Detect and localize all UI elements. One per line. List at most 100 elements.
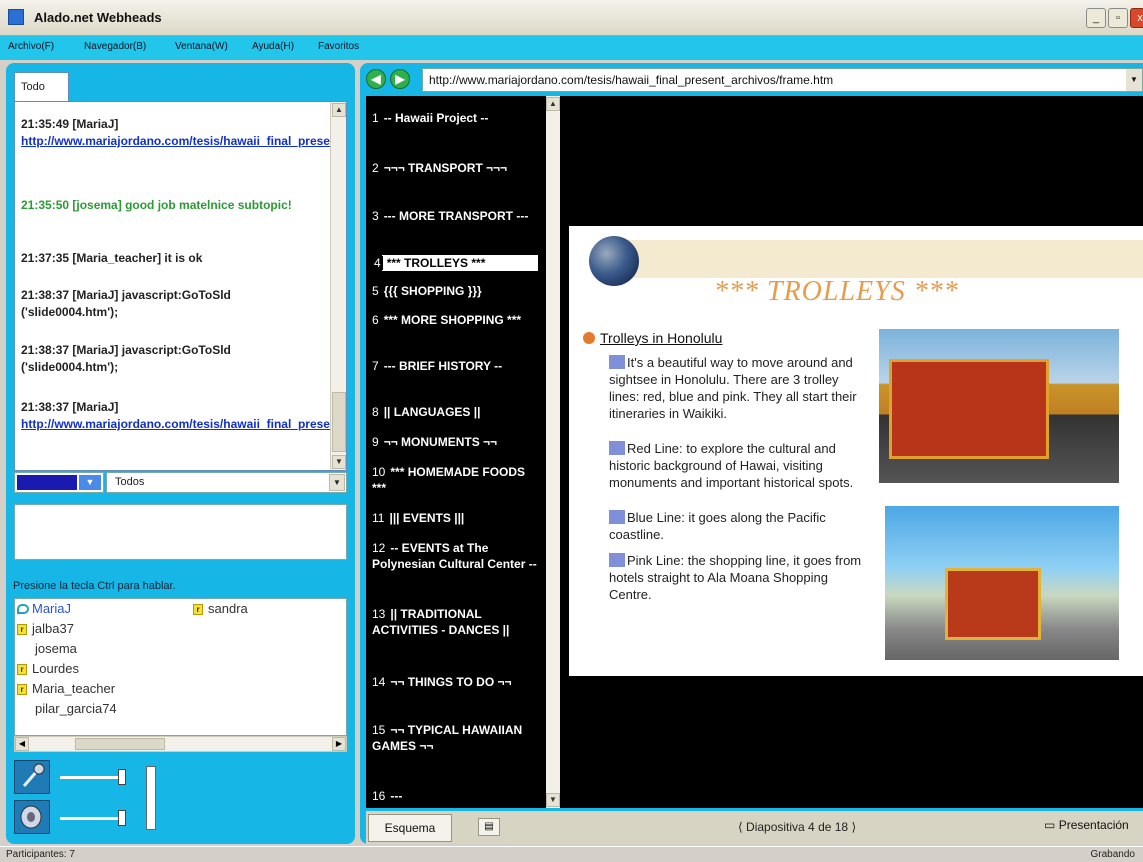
screen-icon: ▭ [1044, 818, 1056, 832]
outline-item[interactable]: 5 {{{ SHOPPING }}} [372, 283, 542, 299]
scroll-up-arrow-icon[interactable]: ▲ [546, 97, 560, 111]
recipient-select[interactable]: Todos ▼ [106, 472, 347, 493]
outline-num: 12 [372, 541, 386, 555]
user-item[interactable]: r Lourdes [17, 661, 79, 676]
menu-navegador[interactable]: Navegador(B) [84, 41, 146, 52]
slide-subtitle: Trolleys in Honolulu [583, 330, 722, 346]
text-color-select[interactable]: ▼ [14, 472, 104, 493]
next-slide-icon[interactable]: ⟩ [851, 820, 856, 834]
minimize-button[interactable]: _ [1086, 8, 1106, 28]
outline-item[interactable]: 15 ¬¬ TYPICAL HAWAIIAN GAMES ¬¬ [372, 722, 542, 754]
outline-label: ||| EVENTS ||| [389, 511, 465, 525]
chat-message-link[interactable]: http://www.mariajordano.com/tesis/hawaii… [21, 133, 346, 150]
app-icon [8, 9, 24, 25]
outline-item[interactable]: 1 -- Hawaii Project -- [372, 110, 542, 126]
maximize-button[interactable]: ▫ [1108, 8, 1128, 28]
user-name: MariaJ [32, 601, 72, 616]
user-item[interactable]: r sandra [193, 601, 248, 616]
slide-viewer: *** TROLLEYS *** Trolleys in Honolulu It… [560, 96, 1143, 808]
scroll-up-arrow-icon[interactable]: ▲ [332, 103, 346, 117]
user-name: josema [35, 641, 77, 656]
mic-volume-knob[interactable] [118, 769, 126, 785]
microphone-icon[interactable] [14, 760, 50, 794]
outline-item[interactable]: 3 --- MORE TRANSPORT --- [372, 208, 542, 224]
scroll-thumb[interactable] [75, 738, 165, 750]
tab-outline[interactable]: Esquema [368, 814, 452, 842]
badge-icon: r [17, 684, 27, 695]
scroll-down-arrow-icon[interactable]: ▼ [332, 455, 346, 469]
recording-status: Grabando [1090, 849, 1135, 860]
chat-pane: Todo 21:35:49 [MariaJ] http://www.mariaj… [6, 63, 355, 844]
scroll-down-arrow-icon[interactable]: ▼ [546, 793, 560, 807]
chevron-down-icon[interactable]: ▼ [1126, 69, 1142, 91]
forward-arrow-icon[interactable]: ▶ [390, 69, 410, 89]
outline-num: 11 [372, 511, 385, 525]
chat-message-text: it is ok [164, 251, 203, 265]
chat-scrollbar[interactable]: ▲ ▼ [330, 102, 346, 470]
chevron-down-icon[interactable]: ▼ [329, 474, 345, 491]
outline-item[interactable]: 12 -- EVENTS at The Polynesian Cultural C… [372, 540, 542, 572]
user-item[interactable]: MariaJ [17, 601, 71, 616]
chat-message: 21:35:49 [MariaJ] http://www.mariajordan… [21, 116, 346, 150]
close-button[interactable]: x [1130, 8, 1143, 28]
menu-ayuda[interactable]: Ayuda(H) [252, 41, 294, 52]
scroll-thumb[interactable] [332, 392, 346, 452]
bullet-icon [609, 355, 625, 369]
slide-toolbar: Esquema ▤ ⟨ Diapositiva 4 de 18 ⟩ ▭ Pres… [366, 811, 1143, 844]
presentation-button[interactable]: ▭ Presentación [1044, 818, 1129, 832]
user-item[interactable]: pilar_garcia74 [35, 701, 117, 716]
outline-item[interactable]: 11 ||| EVENTS ||| [372, 510, 542, 526]
outline-label: --- BRIEF HISTORY -- [383, 359, 503, 373]
outline-item[interactable]: 10 *** HOMEMADE FOODS *** [372, 464, 542, 496]
outline-item[interactable]: 7 --- BRIEF HISTORY -- [372, 358, 542, 374]
chevron-down-icon[interactable]: ▼ [79, 475, 101, 490]
recipient-value: Todos [115, 476, 145, 488]
user-item[interactable]: r Maria_teacher [17, 681, 115, 696]
outline-num: 13 [372, 607, 386, 621]
menu-favoritos[interactable]: Favoritos [318, 41, 359, 52]
mic-volume-slider[interactable] [60, 776, 124, 779]
url-bar[interactable]: http://www.mariajordano.com/tesis/hawaii… [422, 68, 1143, 92]
title-bar: Alado.net Webheads _ ▫ x [0, 0, 1143, 36]
outline-scroll-track[interactable]: ▲ ▼ [546, 96, 560, 808]
outline-scrollbar[interactable]: ▲ ▼ [546, 96, 560, 808]
back-arrow-icon[interactable]: ◀ [366, 69, 386, 89]
outline-label: --- MORE TRANSPORT --- [383, 209, 529, 223]
menu-ventana[interactable]: Ventana(W) [175, 41, 228, 52]
scroll-right-arrow-icon[interactable]: ▶ [332, 737, 346, 751]
outline-item[interactable]: 13 || TRADITIONAL ACTIVITIES - DANCES || [372, 606, 542, 638]
volume-meter [146, 766, 156, 830]
outline-item-selected[interactable]: 4 *** TROLLEYS *** [372, 255, 538, 271]
participants-scrollbar[interactable]: ◀ ▶ [14, 736, 347, 752]
talk-hint: Presione la tecla Ctrl para hablar. [13, 580, 176, 592]
outline-num: 5 [372, 284, 379, 298]
outline-item[interactable]: 16 --- [372, 788, 542, 804]
paragraph-text: It's a beautiful way to move around and … [609, 355, 857, 421]
badge-icon: r [17, 664, 27, 675]
chat-message-text: good job matelnice subtopic! [125, 198, 292, 212]
user-item[interactable]: r jalba37 [17, 621, 74, 636]
menu-archivo[interactable]: Archivo(F) [8, 41, 54, 52]
user-name: Lourdes [32, 661, 79, 676]
speaker-volume-slider[interactable] [60, 817, 124, 820]
trolley-street-photo [885, 506, 1119, 660]
chat-message-header: 21:37:35 [Maria_teacher] [21, 251, 162, 265]
paragraph-text: Red Line: to explore the cultural and hi… [609, 441, 854, 490]
prev-slide-icon[interactable]: ⟨ [738, 820, 743, 834]
outline-item[interactable]: 14 ¬¬ THINGS TO DO ¬¬ [372, 674, 542, 690]
outline-item[interactable]: 8 || LANGUAGES || [372, 404, 542, 420]
user-item[interactable]: josema [35, 641, 77, 656]
scroll-left-arrow-icon[interactable]: ◀ [15, 737, 29, 751]
speaker-icon[interactable] [14, 800, 50, 834]
tab-todo[interactable]: Todo [14, 72, 69, 102]
speaker-volume-knob[interactable] [118, 810, 126, 826]
message-input[interactable] [14, 504, 347, 560]
menu-bar: Archivo(F) Navegador(B) Ventana(W) Ayuda… [0, 36, 1143, 60]
outline-label: -- Hawaii Project -- [383, 111, 489, 125]
outline-item[interactable]: 9 ¬¬ MONUMENTS ¬¬ [372, 434, 542, 450]
outline-label: ¬¬¬ TRANSPORT ¬¬¬ [383, 161, 508, 175]
outline-item[interactable]: 2 ¬¬¬ TRANSPORT ¬¬¬ [372, 160, 542, 176]
notes-icon[interactable]: ▤ [478, 818, 500, 836]
outline-item[interactable]: 6 *** MORE SHOPPING *** [372, 312, 542, 328]
chat-message-link[interactable]: http://www.mariajordano.com/tesis/hawaii… [21, 416, 346, 433]
